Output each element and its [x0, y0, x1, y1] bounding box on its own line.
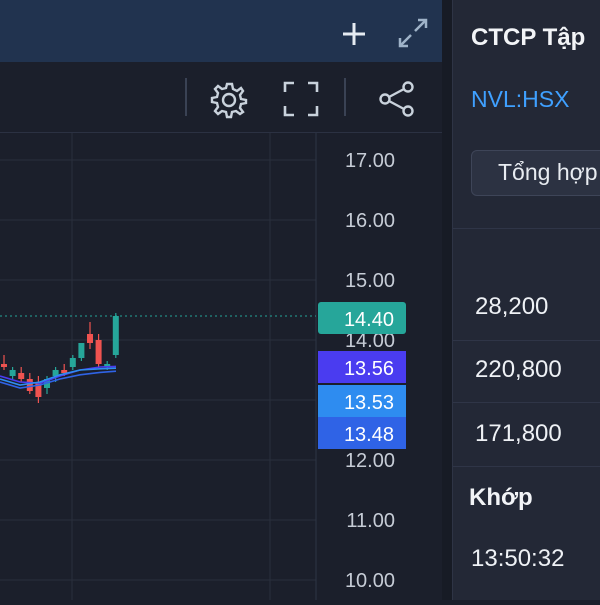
row-divider: [453, 466, 600, 467]
row-divider: [453, 340, 600, 341]
panel-divider: [442, 0, 452, 600]
candle-body: [112, 316, 119, 355]
ma-label: 13.48: [344, 424, 394, 446]
price-axis-label: 15.00: [345, 270, 395, 292]
value-cell: 220,800: [475, 356, 562, 383]
match-time: 13:50:32: [471, 545, 565, 572]
expand-arrows-icon[interactable]: [396, 16, 430, 50]
candle-body: [9, 370, 16, 376]
ticker-symbol[interactable]: NVL:HSX: [471, 86, 569, 113]
tab-summary-label: Tổng hợp: [498, 159, 598, 185]
chart-toolbar: [0, 62, 442, 133]
candle-body: [95, 340, 102, 364]
price-axis-label: 11.00: [346, 510, 395, 532]
price-axis-label: 12.00: [345, 450, 395, 472]
price-axis-label: 16.00: [345, 210, 395, 232]
share-icon[interactable]: [378, 80, 416, 118]
toolbar-divider: [185, 78, 187, 116]
current-price-label: 14.40: [344, 309, 394, 331]
stock-info-panel: CTCP Tập NVL:HSX Tổng hợp 28,200 220,800…: [452, 0, 600, 600]
company-name: CTCP Tập: [471, 24, 586, 51]
value-cell: 171,800: [475, 420, 562, 447]
candle-body: [18, 373, 25, 379]
price-axis-label: 10.00: [345, 570, 395, 592]
plus-icon[interactable]: [340, 20, 368, 48]
price-axis-label: 17.00: [345, 150, 395, 172]
chart-header-bar: [0, 0, 442, 63]
match-label: Khớp: [469, 484, 533, 511]
candle-body: [26, 379, 33, 391]
price-chart[interactable]: 17.00 16.00 15.00 14.00 12.00 11.00 10.0…: [0, 133, 442, 600]
tab-summary[interactable]: Tổng hợp: [471, 150, 600, 196]
value-cell: 28,200: [475, 293, 549, 320]
candle-body: [78, 343, 85, 358]
row-divider: [453, 228, 600, 229]
candle-body: [1, 364, 7, 367]
gear-icon[interactable]: [209, 80, 249, 120]
candle-body: [87, 334, 93, 343]
ma-label: 13.56: [344, 358, 394, 380]
candle-body: [69, 358, 76, 367]
toolbar-divider: [344, 78, 346, 116]
chart-canvas[interactable]: 17.00 16.00 15.00 14.00 12.00 11.00 10.0…: [0, 133, 442, 600]
ma-label: 13.53: [344, 392, 394, 414]
row-divider: [453, 402, 600, 403]
fullscreen-icon[interactable]: [282, 80, 320, 118]
